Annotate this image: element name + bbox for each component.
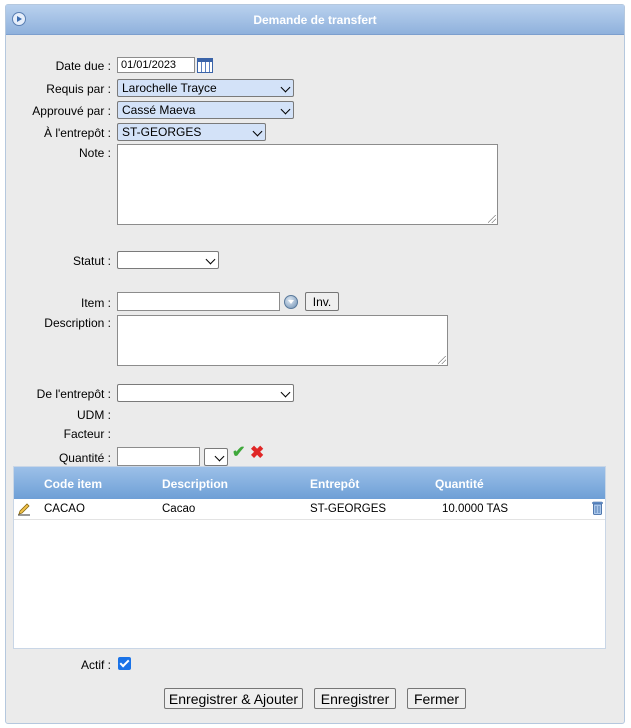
- item-input[interactable]: [117, 292, 280, 311]
- cell-quantite: 10.0000 TAS: [442, 503, 509, 515]
- description-label: Description :: [44, 316, 111, 330]
- de-entrepot-label: De l'entrepôt :: [36, 387, 111, 401]
- date-due-input[interactable]: [117, 57, 195, 73]
- requis-par-value: Larochelle Trayce: [122, 81, 217, 95]
- requis-par-label: Requis par :: [46, 82, 111, 96]
- item-lookup-icon[interactable]: [284, 295, 298, 309]
- chevron-down-icon: [214, 451, 225, 462]
- cell-code: CACAO: [44, 503, 85, 515]
- grid-header: Code item Description Entrepôt Quantité: [14, 467, 605, 499]
- note-textarea[interactable]: [117, 144, 498, 225]
- table-row[interactable]: CACAO Cacao ST-GEORGES 10.0000 TAS: [14, 499, 605, 520]
- inv-button[interactable]: Inv.: [305, 292, 339, 311]
- quantite-unit-select[interactable]: [204, 448, 228, 466]
- actif-label: Actif :: [80, 658, 111, 672]
- col-header-entrepot[interactable]: Entrepôt: [310, 477, 359, 491]
- description-textarea[interactable]: [117, 315, 448, 366]
- a-entrepot-label: À l'entrepôt :: [44, 126, 111, 140]
- facteur-label: Facteur :: [63, 427, 111, 441]
- approuve-par-label: Approuvé par :: [32, 104, 111, 118]
- approuve-par-select[interactable]: Cassé Maeva: [117, 101, 294, 119]
- collapse-icon[interactable]: [12, 12, 26, 26]
- quantite-label: Quantité :: [58, 451, 111, 465]
- note-label: Note :: [78, 146, 111, 160]
- resize-grip-icon[interactable]: [438, 356, 446, 364]
- statut-select[interactable]: [117, 251, 219, 269]
- col-header-quantite[interactable]: Quantité: [435, 477, 484, 491]
- panel-title-bar: Demande de transfert: [6, 5, 624, 35]
- chevron-down-icon: [280, 104, 291, 115]
- udm-label: UDM :: [77, 408, 111, 422]
- chevron-down-icon: [252, 126, 263, 137]
- cell-entrepot: ST-GEORGES: [310, 503, 387, 515]
- edit-pencil-icon[interactable]: [17, 502, 31, 516]
- statut-label: Statut :: [72, 254, 111, 268]
- a-entrepot-value: ST-GEORGES: [122, 125, 202, 139]
- cell-description: Cacao: [162, 503, 196, 515]
- quantite-input[interactable]: [117, 447, 200, 466]
- panel-title: Demande de transfert: [253, 13, 377, 27]
- col-header-code[interactable]: Code item: [44, 477, 102, 491]
- chevron-down-icon: [280, 387, 291, 398]
- requis-par-select[interactable]: Larochelle Trayce: [117, 79, 294, 97]
- de-entrepot-select[interactable]: [117, 384, 294, 402]
- approuve-par-value: Cassé Maeva: [122, 103, 196, 117]
- chevron-down-icon: [205, 254, 216, 265]
- actif-checkbox[interactable]: [118, 657, 131, 670]
- date-due-label: Date due :: [55, 59, 111, 73]
- close-button[interactable]: Fermer: [407, 688, 466, 709]
- calendar-icon[interactable]: [197, 58, 213, 73]
- a-entrepot-select[interactable]: ST-GEORGES: [117, 123, 266, 141]
- item-label: Item :: [80, 296, 111, 310]
- confirm-check-icon[interactable]: ✔: [232, 445, 245, 461]
- delete-trash-icon[interactable]: [592, 501, 603, 515]
- col-header-description[interactable]: Description: [162, 477, 228, 491]
- resize-grip-icon[interactable]: [488, 215, 496, 223]
- save-button[interactable]: Enregistrer: [314, 688, 396, 709]
- cancel-x-icon[interactable]: ✖: [250, 444, 264, 461]
- chevron-down-icon: [280, 82, 291, 93]
- items-grid: Code item Description Entrepôt Quantité …: [13, 466, 606, 649]
- save-and-add-button[interactable]: Enregistrer & Ajouter: [164, 688, 303, 709]
